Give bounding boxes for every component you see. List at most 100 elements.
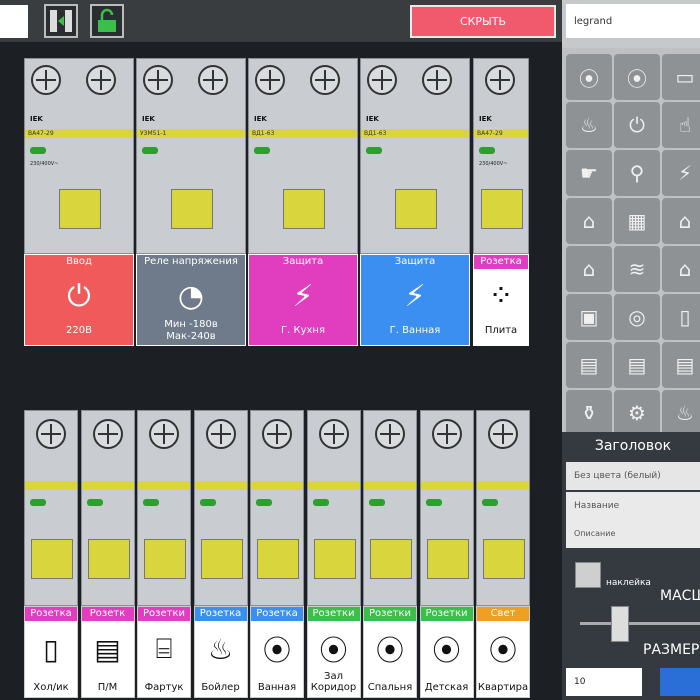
garage-icon[interactable]: ▦ [614,198,660,244]
status-led [254,147,270,154]
socket-icon[interactable]: ⦿ [566,54,612,100]
left-input[interactable] [0,5,28,38]
breaker-lever[interactable] [426,539,469,579]
status-led [482,499,498,506]
washer-icon[interactable]: ◎ [614,294,660,340]
breaker-lever[interactable] [87,539,130,579]
breaker-lever[interactable] [200,539,243,579]
label-tile[interactable]: Розетка ♨ Бойлер [193,606,248,698]
scale-slider-handle[interactable] [611,606,629,642]
breaker-module[interactable] [80,410,135,606]
status-led [479,147,495,154]
description-field[interactable]: Описание [566,518,700,548]
size-input[interactable]: 10 [566,668,642,696]
label-tile[interactable]: Розетки ⦿ Детская [419,606,474,698]
scale-slider-track[interactable] [580,622,700,625]
model-band [138,481,190,490]
house-icon[interactable]: ⌂ [566,198,612,244]
mixer-icon[interactable]: ⚙ [614,390,660,432]
oven-icon[interactable]: ▣ [566,294,612,340]
label-tile[interactable]: Розетки ⦿ Спальня [363,606,417,698]
house-plug-icon[interactable]: ⌂ [662,198,700,244]
socket-icon[interactable]: ⦿ [614,54,660,100]
breaker-lever[interactable] [481,189,523,229]
breaker-module[interactable] [137,410,191,606]
label-tile[interactable]: Розетки ⦿ Зал Коридор [306,606,361,698]
size-apply-button[interactable] [660,668,700,696]
scale-label: МАСШ [660,588,700,604]
breaker-module[interactable] [306,410,361,606]
tile-name-line1: Спальня [367,682,413,693]
blender-icon[interactable]: ⚱ [566,390,612,432]
columns-swap-button[interactable] [44,4,78,38]
breaker-module[interactable]: IEK ВД1-63 [360,58,470,254]
breaker-lever[interactable] [59,189,101,229]
terminal-screw-icon [149,419,179,449]
tile-subtitle: Г. Кухня [281,325,325,336]
breaker-module[interactable]: IEK ВД1-63 [248,58,358,254]
label-tile[interactable]: Свет ⦿ Квартира [476,606,530,698]
search-input[interactable]: legrand [566,4,700,38]
house-thermo-icon[interactable]: ⌂ [566,246,612,292]
tile-caption: Розетка [25,607,77,621]
breaker-module[interactable] [24,410,78,606]
lightning-icon[interactable]: ⚡ [662,150,700,196]
label-tile[interactable]: Розетки ⌸ Фартук [137,606,191,698]
touch-icon[interactable]: ☛ [566,150,612,196]
label-tile[interactable]: Розетка ⁘ Плита [473,254,529,346]
person-door-icon[interactable]: ⚲ [614,150,660,196]
breaker-module[interactable] [193,410,248,606]
tile-name: Квартира [477,682,529,693]
terminal-screw-icon [422,65,452,95]
breaker-module[interactable]: IEK ВА47-29 230/400V~ [473,58,529,254]
gauge-icon: ◔ [177,279,205,314]
wifi-house-icon[interactable]: ≋ [614,246,660,292]
breaker-module[interactable] [250,410,304,606]
power-strip-icon[interactable]: ▭ [662,54,700,100]
lock-button[interactable] [90,4,124,38]
status-led [30,147,46,154]
breaker-lever[interactable] [313,539,356,579]
color-select[interactable]: Без цвета (белый) [566,462,700,490]
hand-tap-icon[interactable]: ☝ [662,102,700,148]
breaker-lever[interactable] [483,539,525,579]
tile-name-line1: Квартира [477,682,529,693]
label-tile[interactable]: Розетка ⦿ Ванная [250,606,304,698]
socket-icon: ⦿ [375,634,404,667]
breaker-lever[interactable] [31,539,73,579]
breaker-lever[interactable] [370,539,412,579]
fridge-icon[interactable]: ▯ [662,294,700,340]
appliance-icon[interactable]: ▤ [614,342,660,388]
breaker-lever[interactable] [257,539,299,579]
label-tile[interactable]: Защита ⚡ Г. Ванная [360,254,470,346]
status-led [30,499,46,506]
tile-name: Хол/ик [25,682,77,693]
breaker-module[interactable]: IEK УЗМ51-1 [136,58,246,254]
label-tile[interactable]: Розетк ▤ П/М [80,606,135,698]
power-icon[interactable]: ⏻ [614,102,660,148]
kettle-icon[interactable]: ♨ [662,390,700,432]
breaker-lever[interactable] [395,189,437,229]
breaker-lever[interactable] [171,189,213,229]
status-led [143,499,159,506]
breaker-module[interactable] [419,410,474,606]
label-tile[interactable]: Ввод ⏻ 220В [24,254,134,346]
breaker-lever[interactable] [144,539,186,579]
tile-caption: Розетки [364,607,416,621]
appliance-icon[interactable]: ▤ [662,342,700,388]
hide-button[interactable]: СКРЫТЬ [410,5,556,38]
label-tile[interactable]: Защита ⚡ Г. Кухня [248,254,358,346]
breaker-module[interactable] [476,410,530,606]
tile-caption: Свет [477,607,529,621]
appliance-icon[interactable]: ▤ [566,342,612,388]
heater-icon[interactable]: ♨ [566,102,612,148]
label-tile[interactable]: Розетка ▯ Хол/ик [24,606,78,698]
power-icon: ⏻ [67,279,91,314]
label-tile[interactable]: Реле напряжения ◔ Мин -180в Мак-240в [136,254,246,346]
sticker-checkbox[interactable] [575,562,601,588]
house-icon[interactable]: ⌂ [662,246,700,292]
name-field[interactable]: Название [566,492,700,520]
breaker-lever[interactable] [283,189,325,229]
breaker-module[interactable] [363,410,417,606]
breaker-module[interactable]: IEK ВА47-29 230/400V~ [24,58,134,254]
